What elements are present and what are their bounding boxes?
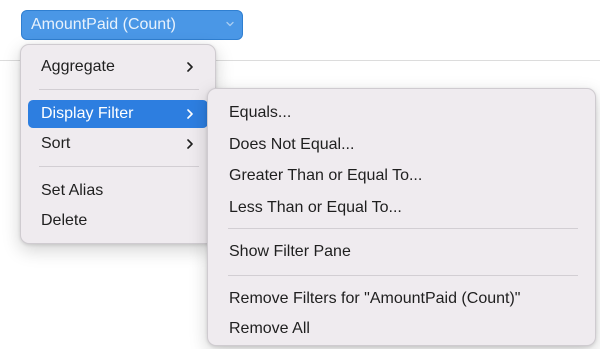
submenu-item-label: Remove All — [229, 320, 310, 337]
menu-separator — [39, 166, 199, 167]
menu-item-aggregate[interactable]: Aggregate — [28, 53, 208, 81]
submenu-item-greater-than-or-equal[interactable]: Greater Than or Equal To... — [215, 162, 589, 190]
submenu-item-label: Less Than or Equal To... — [229, 199, 402, 216]
chevron-right-icon — [186, 109, 194, 119]
context-menu: Aggregate Display Filter Sort Set Alias … — [20, 44, 216, 244]
submenu-item-show-filter-pane[interactable]: Show Filter Pane — [215, 238, 589, 266]
submenu-item-label: Does Not Equal... — [229, 136, 355, 153]
menu-item-label: Set Alias — [41, 182, 104, 199]
field-pill-label: AmountPaid (Count) — [31, 16, 176, 33]
submenu-item-less-than-or-equal[interactable]: Less Than or Equal To... — [215, 194, 589, 222]
menu-item-label: Sort — [41, 135, 71, 152]
chevron-down-icon[interactable] — [226, 20, 234, 28]
chevron-right-icon — [186, 62, 194, 72]
menu-separator — [39, 89, 199, 90]
menu-item-label: Delete — [41, 212, 88, 229]
submenu-item-equals[interactable]: Equals... — [215, 99, 589, 127]
submenu-item-label: Remove Filters for "AmountPaid (Count)" — [229, 290, 521, 307]
submenu-item-label: Show Filter Pane — [229, 243, 351, 260]
menu-item-label: Aggregate — [41, 58, 115, 75]
display-filter-submenu: Equals... Does Not Equal... Greater Than… — [207, 88, 596, 346]
menu-separator — [228, 275, 578, 276]
canvas: AmountPaid (Count) Aggregate Display Fil… — [0, 0, 600, 349]
menu-item-set-alias[interactable]: Set Alias — [28, 177, 208, 205]
menu-item-delete[interactable]: Delete — [28, 207, 208, 235]
menu-separator — [228, 228, 578, 229]
submenu-item-does-not-equal[interactable]: Does Not Equal... — [215, 131, 589, 159]
submenu-item-remove-filters-for-field[interactable]: Remove Filters for "AmountPaid (Count)" — [215, 285, 589, 313]
field-pill-amountpaid-count[interactable]: AmountPaid (Count) — [21, 10, 243, 40]
menu-item-label: Display Filter — [41, 105, 134, 122]
submenu-item-label: Greater Than or Equal To... — [229, 167, 423, 184]
menu-item-display-filter[interactable]: Display Filter — [28, 100, 208, 128]
menu-item-sort[interactable]: Sort — [28, 130, 208, 158]
chevron-right-icon — [186, 139, 194, 149]
submenu-item-remove-all[interactable]: Remove All — [215, 315, 589, 343]
submenu-item-label: Equals... — [229, 104, 292, 121]
